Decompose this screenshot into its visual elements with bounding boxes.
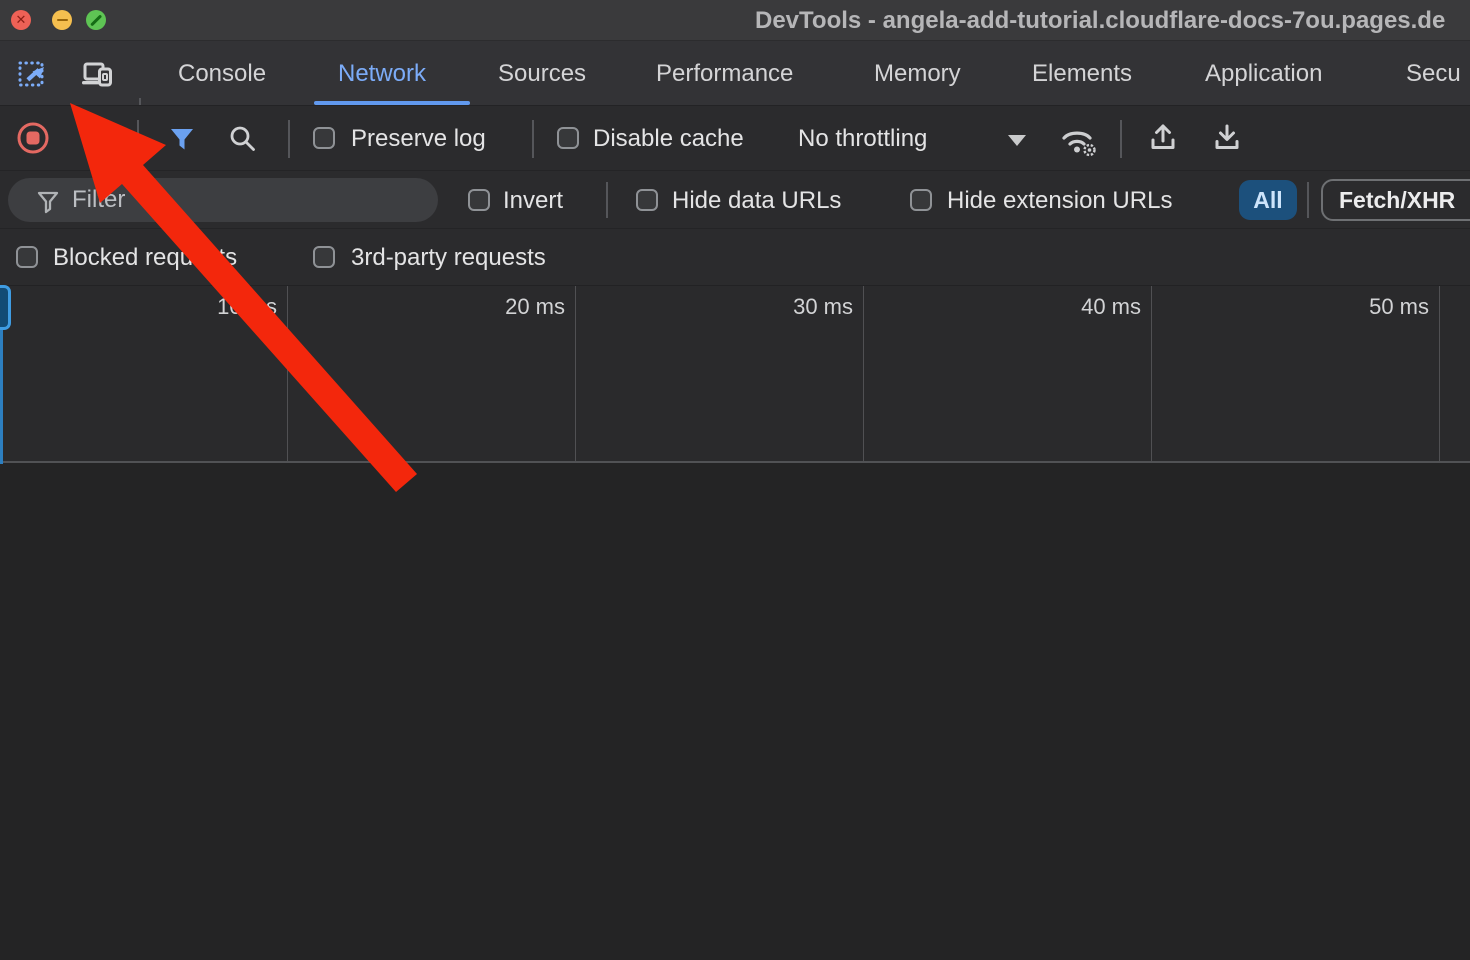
throttling-select[interactable]: No throttling xyxy=(798,106,927,171)
request-filters-row: Blocked requests 3rd-party requests xyxy=(0,228,1470,285)
close-icon: ✕ xyxy=(11,10,31,30)
timeline-tick-label: 40 ms xyxy=(1031,294,1141,320)
tab-security[interactable]: Secu xyxy=(1406,41,1461,106)
search-button[interactable] xyxy=(226,122,260,156)
titlebar: ✕ DevTools - angela-add-tutorial.cloudfl… xyxy=(0,0,1470,40)
zoom-blocked-icon xyxy=(90,14,102,26)
timeline-tick-label: 50 ms xyxy=(1319,294,1429,320)
tab-sources[interactable]: Sources xyxy=(498,41,586,106)
invert-checkbox[interactable] xyxy=(468,189,490,211)
blocked-requests-checkbox[interactable] xyxy=(16,246,38,268)
tab-performance[interactable]: Performance xyxy=(656,41,793,106)
filter-funnel-outline-icon xyxy=(34,187,62,215)
devtools-tabbar: Console Network Sources Performance Memo… xyxy=(0,40,1470,105)
third-party-requests-label: 3rd-party requests xyxy=(351,229,546,286)
network-conditions-button[interactable] xyxy=(1056,119,1102,159)
filter-toggle-button[interactable] xyxy=(165,122,199,156)
hide-data-urls-checkbox[interactable] xyxy=(636,189,658,211)
minimize-window-button[interactable] xyxy=(52,10,72,30)
tab-elements[interactable]: Elements xyxy=(1032,41,1132,106)
close-window-button[interactable]: ✕ xyxy=(11,10,31,30)
record-stop-icon xyxy=(16,121,50,155)
wifi-gear-icon xyxy=(1056,119,1102,159)
record-network-log-button[interactable] xyxy=(16,121,50,155)
timeline-gridline xyxy=(1439,286,1440,461)
inspect-element-button[interactable] xyxy=(13,54,53,94)
timeline-tick-label: 20 ms xyxy=(455,294,565,320)
clear-network-log-icon xyxy=(89,130,119,160)
tab-network[interactable]: Network xyxy=(338,41,426,106)
import-har-button[interactable] xyxy=(1145,120,1181,156)
export-har-button[interactable] xyxy=(1209,120,1245,156)
timeline-gridline xyxy=(575,286,576,461)
toolbar-divider xyxy=(137,120,139,158)
timeline-tick-label: 10 ms xyxy=(167,294,277,320)
filter-divider xyxy=(606,182,608,218)
search-icon xyxy=(226,122,260,156)
download-icon xyxy=(1209,120,1245,156)
timeline-gridline xyxy=(1151,286,1152,461)
overview-drag-handle[interactable] xyxy=(0,285,11,330)
hide-data-urls-label: Hide data URLs xyxy=(672,171,841,229)
chevron-down-icon[interactable] xyxy=(1008,135,1026,146)
network-toolbar: Preserve log Disable cache No throttling xyxy=(0,105,1470,170)
hide-extension-urls-label: Hide extension URLs xyxy=(947,171,1172,229)
clear-network-log-button[interactable] xyxy=(89,130,119,160)
preserve-log-checkbox[interactable] xyxy=(313,127,335,149)
network-filter-bar: Invert Hide data URLs Hide extension URL… xyxy=(0,170,1470,228)
zoom-window-button[interactable] xyxy=(86,10,106,30)
inspect-cursor-icon xyxy=(13,54,53,94)
devtools-window: ✕ DevTools - angela-add-tutorial.cloudfl… xyxy=(0,0,1470,960)
timeline-gridline xyxy=(287,286,288,461)
invert-label: Invert xyxy=(503,171,563,229)
toolbar-divider xyxy=(532,120,534,158)
toolbar-divider xyxy=(288,120,290,158)
filter-funnel-icon xyxy=(165,122,199,156)
request-type-all-button[interactable]: All xyxy=(1239,180,1297,220)
upload-icon xyxy=(1145,120,1181,156)
minimize-icon xyxy=(57,19,68,22)
disable-cache-label: Disable cache xyxy=(593,106,744,171)
toolbar-divider xyxy=(1120,120,1122,158)
timeline-gridline xyxy=(863,286,864,461)
filter-field[interactable] xyxy=(8,178,438,222)
tab-application[interactable]: Application xyxy=(1205,41,1322,106)
device-toolbar-icon xyxy=(77,54,117,94)
tab-console[interactable]: Console xyxy=(178,41,266,106)
request-type-fetch-xhr-button[interactable]: Fetch/XHR xyxy=(1321,179,1470,221)
filter-input[interactable] xyxy=(70,178,420,222)
network-log-empty-panel: Recordi Perform a request xyxy=(0,465,1470,960)
network-overview-timeline[interactable]: 10 ms 20 ms 30 ms 40 ms 50 ms xyxy=(0,285,1470,463)
window-title: DevTools - angela-add-tutorial.cloudflar… xyxy=(755,0,1445,40)
third-party-requests-checkbox[interactable] xyxy=(313,246,335,268)
filter-divider xyxy=(1307,182,1309,218)
toggle-device-toolbar-button[interactable] xyxy=(77,54,117,94)
timeline-tick-label: 30 ms xyxy=(743,294,853,320)
disable-cache-checkbox[interactable] xyxy=(557,127,579,149)
hide-extension-urls-checkbox[interactable] xyxy=(910,189,932,211)
tab-memory[interactable]: Memory xyxy=(874,41,961,106)
blocked-requests-label: Blocked requests xyxy=(53,229,237,286)
preserve-log-label: Preserve log xyxy=(351,106,486,171)
